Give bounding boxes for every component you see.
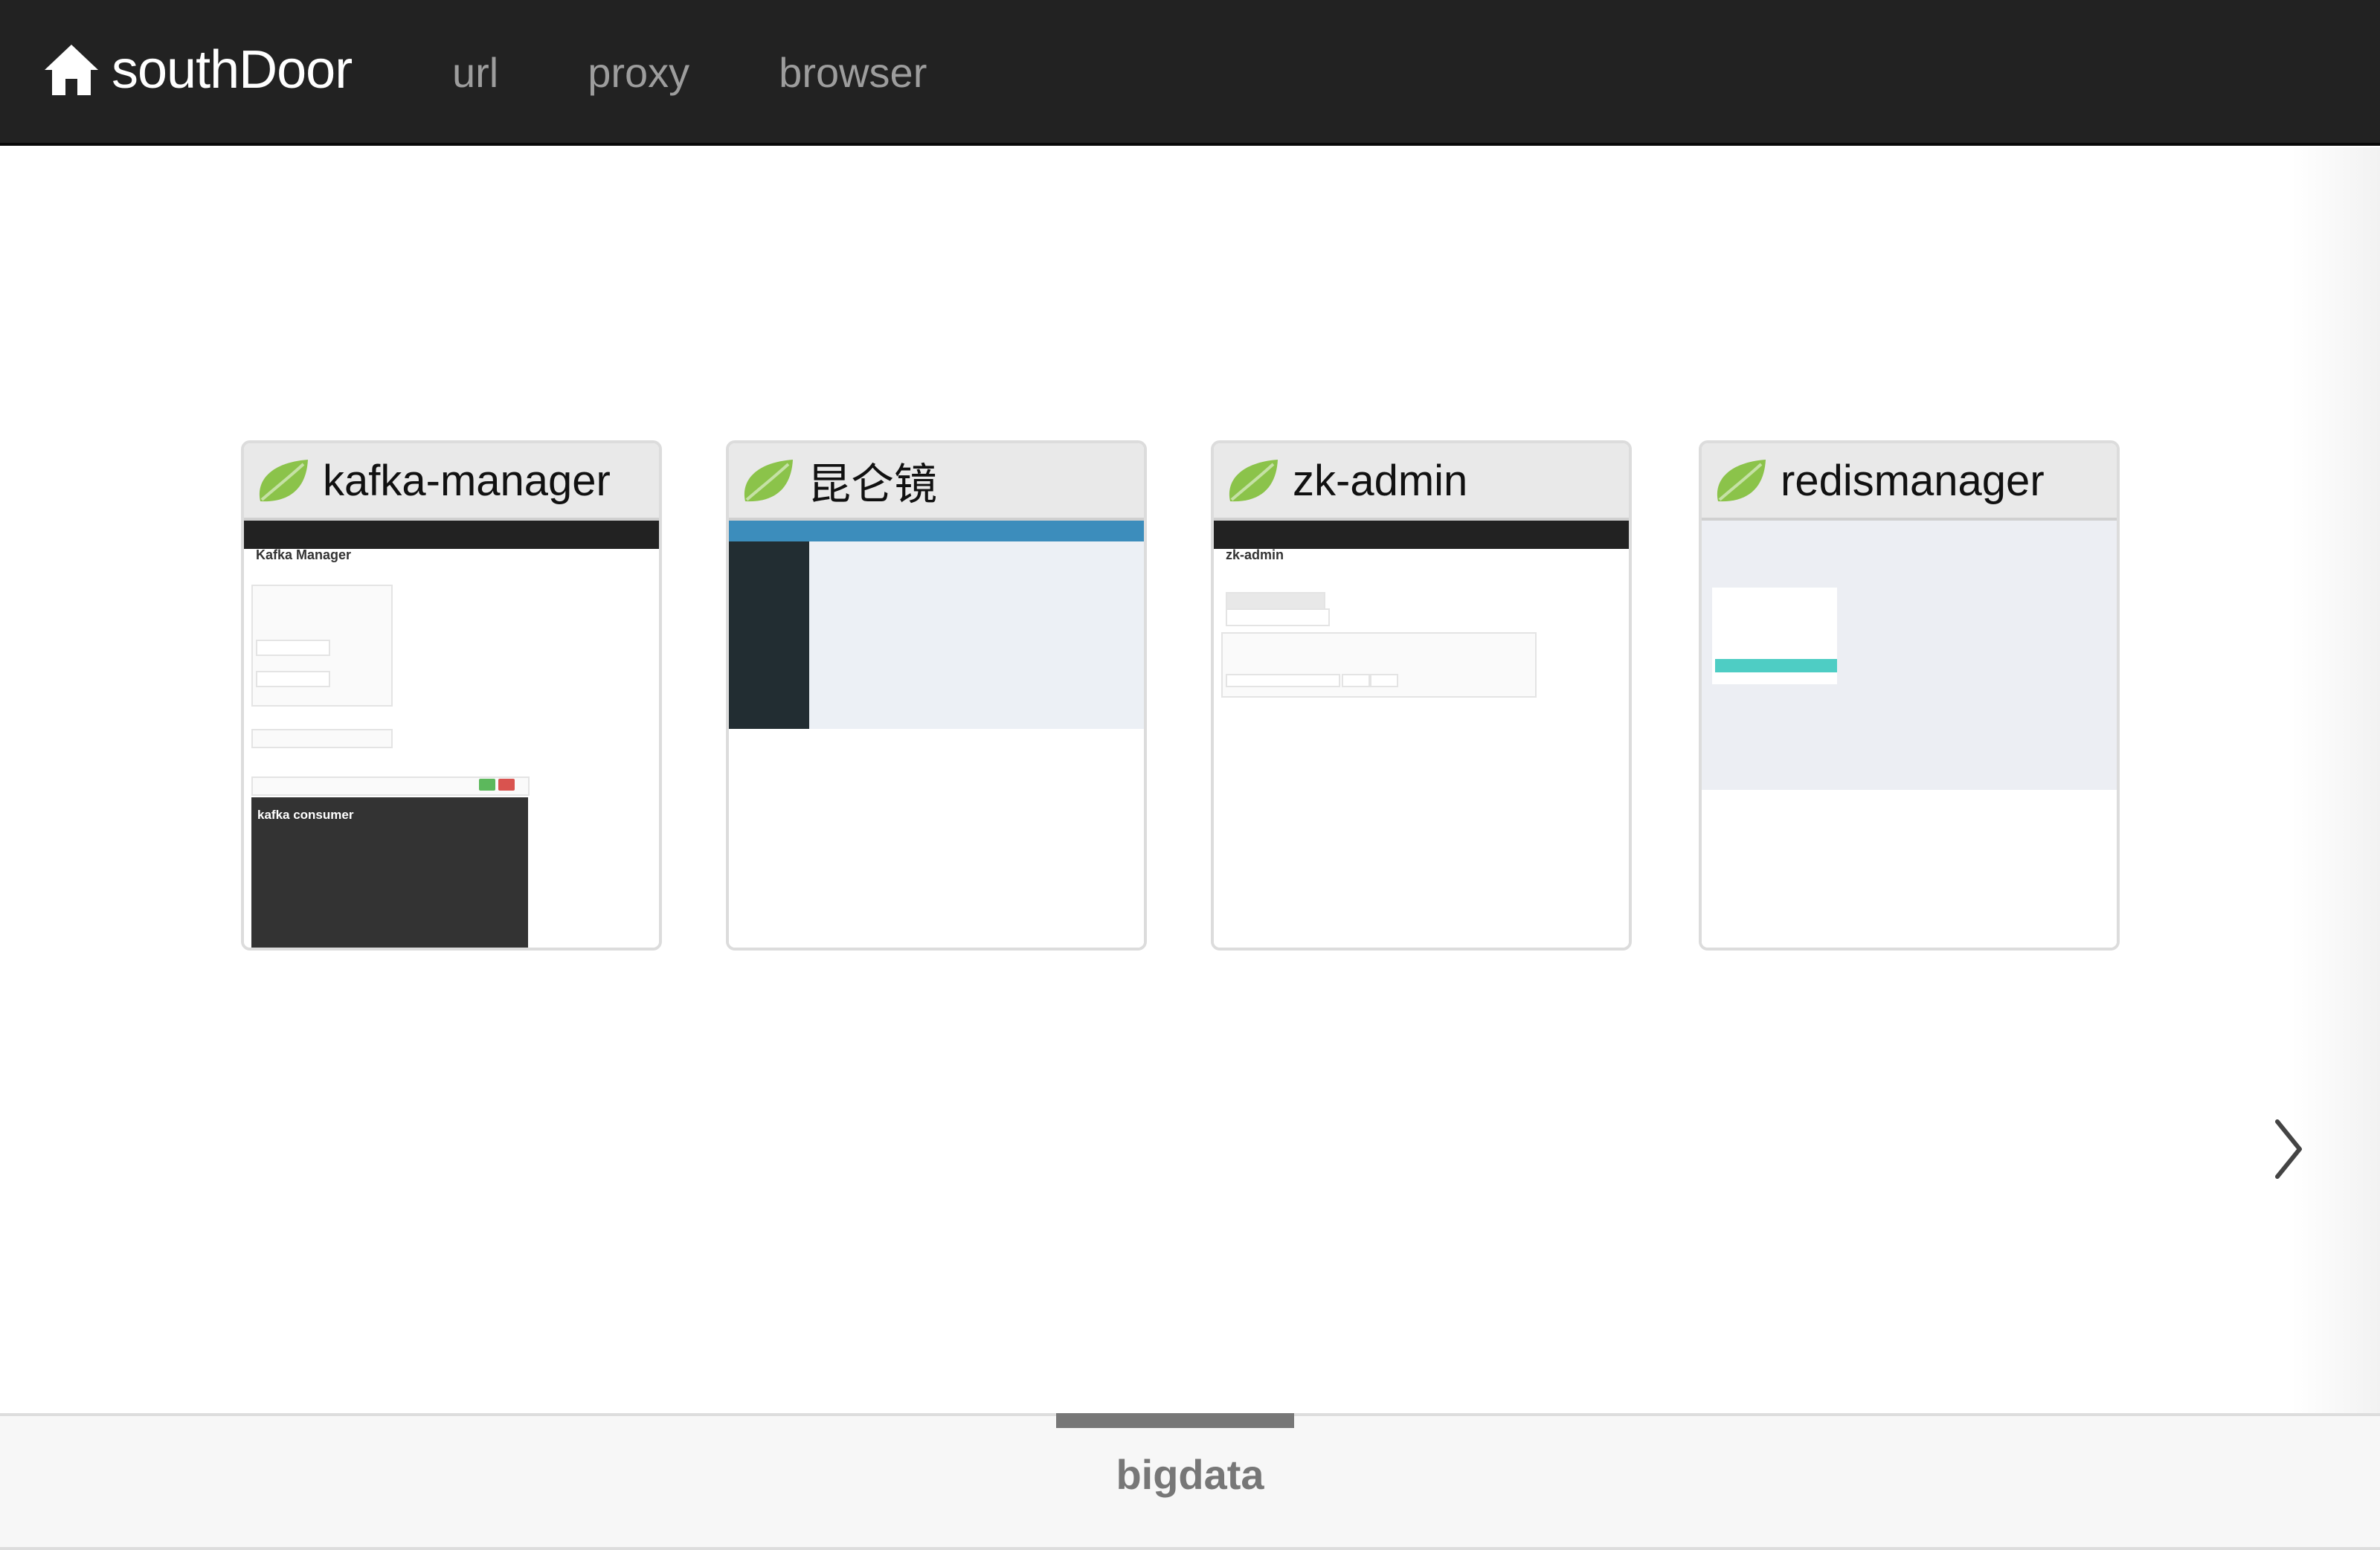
card-header: kafka-manager: [244, 443, 659, 521]
card-header: zk-admin: [1214, 443, 1629, 521]
category-bar: bigdata: [0, 1413, 2380, 1550]
preview-input: [1226, 674, 1340, 687]
card-preview-redismanager: [1702, 521, 2117, 948]
card-preview-kunlunjing: [729, 521, 1144, 948]
card-title: 昆仑镜: [808, 460, 938, 509]
nav-link-url[interactable]: url: [452, 48, 498, 97]
nav-link-proxy[interactable]: proxy: [588, 48, 689, 97]
brand[interactable]: southDoor: [42, 33, 353, 107]
preview-input: [256, 671, 330, 687]
preview-login-button: [1715, 659, 1837, 672]
top-navbar: southDoor url proxy browser: [0, 0, 2380, 146]
card-header: 昆仑镜: [729, 443, 1144, 521]
preview-input: [256, 640, 330, 656]
leaf-icon: [259, 460, 308, 502]
preview-topbar: [1214, 521, 1629, 549]
preview-console-label: kafka consumer: [257, 808, 354, 822]
preview-form: [1221, 632, 1537, 698]
carousel-indicator[interactable]: [1056, 1413, 1294, 1428]
preview-content: [809, 541, 1144, 729]
chevron-right-icon[interactable]: [2270, 1116, 2307, 1183]
preview-sidebar: [729, 541, 809, 729]
app-card-redismanager[interactable]: redismanager: [1699, 440, 2120, 951]
leaf-icon: [1229, 460, 1278, 502]
card-preview-kafka-manager: Kafka Manager kafka consumer: [244, 521, 659, 948]
leaf-icon: [1717, 460, 1766, 502]
nav-link-browser[interactable]: browser: [779, 48, 927, 97]
preview-button: [498, 779, 515, 791]
card-header: redismanager: [1702, 443, 2117, 521]
card-title: kafka-manager: [323, 456, 611, 505]
brand-name: southDoor: [112, 40, 353, 100]
app-card-kafka-manager[interactable]: kafka-manager Kafka Manager kafka consum…: [241, 440, 662, 951]
preview-console: kafka consumer: [251, 797, 528, 948]
app-card-kunlunjing[interactable]: 昆仑镜: [726, 440, 1147, 951]
preview-heading: zk-admin: [1226, 547, 1284, 562]
preview-button: [1342, 674, 1370, 687]
nav-links: url proxy browser: [452, 39, 1016, 106]
app-card-zk-admin[interactable]: zk-admin zk-admin: [1211, 440, 1632, 951]
card-preview-zk-admin: zk-admin: [1214, 521, 1629, 948]
preview-heading: Kafka Manager: [256, 547, 352, 562]
carousel-right-shade: [2291, 147, 2380, 1550]
card-title: zk-admin: [1293, 456, 1468, 505]
preview-row: [251, 729, 393, 748]
preview-button: [479, 779, 495, 791]
card-title: redismanager: [1781, 456, 2045, 505]
preview-topbar: [244, 521, 659, 549]
preview-field: [1226, 592, 1325, 610]
preview-button: [1370, 674, 1398, 687]
category-label[interactable]: bigdata: [0, 1450, 2380, 1499]
preview-topbar: [729, 521, 1144, 541]
home-icon: [45, 45, 98, 95]
leaf-icon: [744, 460, 793, 502]
preview-field: [1226, 608, 1330, 626]
